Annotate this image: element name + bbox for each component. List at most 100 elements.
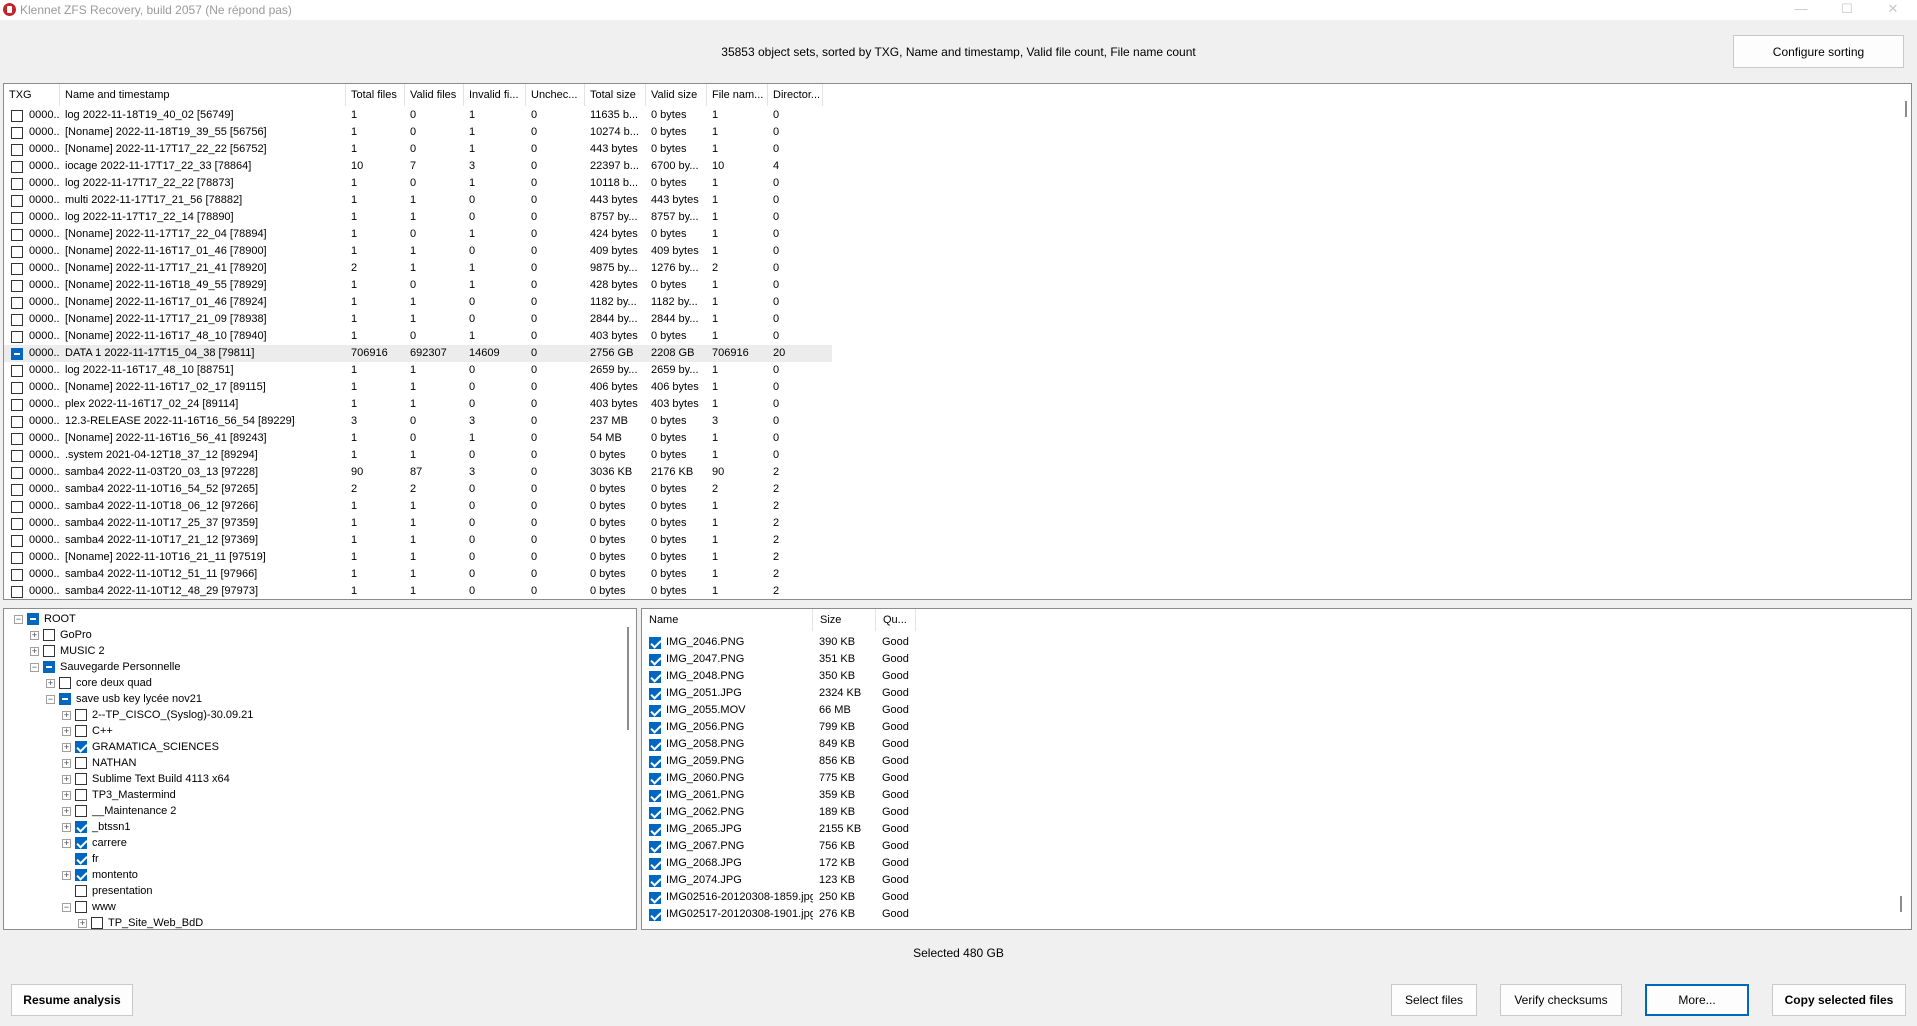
table-row[interactable]: 0000... [Noname] 2022-11-16T17_02_17 [891… [4,379,832,396]
object-set-scrollbar[interactable] [1905,101,1907,117]
file-row[interactable]: IMG_2058.PNG 849 KB Good [642,736,916,753]
table-row[interactable]: 0000... [Noname] 2022-11-17T17_21_41 [789… [4,260,832,277]
expand-toggle-icon[interactable]: + [46,678,55,688]
column-header[interactable]: Name and timestamp [60,84,346,106]
expand-toggle-icon[interactable]: + [62,742,71,752]
table-row[interactable]: 0000... samba4 2022-11-10T12_51_11 [97966… [4,566,832,583]
tree-node[interactable]: − ROOT [14,611,76,627]
file-row[interactable]: IMG_2074.JPG 123 KB Good [642,872,916,889]
tree-node-checkbox[interactable] [75,869,87,881]
row-checkbox[interactable] [11,415,23,428]
expand-toggle-icon[interactable]: + [62,790,71,800]
file-list-scrollbar[interactable] [1900,896,1902,912]
file-row[interactable]: IMG_2059.PNG 856 KB Good [642,753,916,770]
tree-node-checkbox[interactable] [75,725,87,737]
table-row[interactable]: 0000... [Noname] 2022-11-10T16_21_11 [975… [4,549,832,566]
file-row[interactable]: IMG_2046.PNG 390 KB Good [642,634,916,651]
table-row[interactable]: 0000... log 2022-11-17T17_22_14 [78890] 1 1… [4,209,832,226]
table-row[interactable]: 0000... multi 2022-11-17T17_21_56 [78882]… [4,192,832,209]
tree-node[interactable]: + montento [62,867,138,883]
expand-toggle-icon[interactable]: + [62,774,71,784]
row-checkbox[interactable] [11,126,23,139]
file-checkbox[interactable] [649,755,661,768]
table-row[interactable]: 0000... samba4 2022-11-10T17_21_12 [97369… [4,532,832,549]
collapse-toggle-icon[interactable]: − [62,902,71,912]
expand-toggle-icon[interactable]: + [62,838,71,848]
column-header[interactable]: Unchec... [526,84,585,106]
table-row[interactable]: 0000... 12.3-RELEASE 2022-11-16T16_56_54 … [4,413,832,430]
tree-node[interactable]: + GRAMATICA_SCIENCES [62,739,219,755]
tree-node[interactable]: + carrere [62,835,127,851]
row-checkbox[interactable] [11,500,23,513]
row-checkbox[interactable] [11,211,23,224]
copy-selected-files-button[interactable]: Copy selected files [1772,984,1906,1016]
table-row[interactable]: 0000... [Noname] 2022-11-16T17_48_10 [789… [4,328,832,345]
row-checkbox[interactable] [11,432,23,445]
file-checkbox[interactable] [649,636,661,649]
expand-toggle-icon[interactable]: + [62,710,71,720]
row-checkbox[interactable] [11,551,23,564]
file-checkbox[interactable] [649,653,661,666]
column-header[interactable]: File nam... [707,84,768,106]
tree-node[interactable]: + Sublime Text Build 4113 x64 [62,771,230,787]
tree-node-checkbox[interactable] [75,853,87,865]
file-row[interactable]: IMG_2051.JPG 2324 KB Good [642,685,916,702]
file-row[interactable]: IMG02516-20120308-1859.jpg 250 KB Good [642,889,916,906]
tree-node[interactable]: − save usb key lycée nov21 [46,691,202,707]
row-checkbox[interactable] [11,381,23,394]
tree-node-checkbox[interactable] [75,789,87,801]
column-header[interactable]: TXG [4,84,60,106]
tree-node-checkbox[interactable] [75,709,87,721]
table-row[interactable]: 0000... samba4 2022-11-10T18_06_12 [97266… [4,498,832,515]
expand-toggle-icon[interactable]: + [62,726,71,736]
select-files-button[interactable]: Select files [1391,984,1477,1016]
tree-node-checkbox[interactable] [75,757,87,769]
folder-tree-scrollbar[interactable] [627,627,629,730]
tree-node[interactable]: + NATHAN [62,755,136,771]
table-row[interactable]: 0000... [Noname] 2022-11-16T17_01_46 [789… [4,294,832,311]
row-checkbox[interactable] [11,347,23,360]
table-row[interactable]: 0000... plex 2022-11-16T17_02_24 [89114] 1… [4,396,832,413]
file-checkbox[interactable] [649,721,661,734]
file-checkbox[interactable] [649,874,661,887]
file-row[interactable]: IMG_2055.MOV 66 MB Good [642,702,916,719]
file-row[interactable]: IMG_2060.PNG 775 KB Good [642,770,916,787]
tree-node-checkbox[interactable] [59,677,71,689]
file-checkbox[interactable] [649,670,661,683]
table-row[interactable]: 0000... [Noname] 2022-11-16T17_01_46 [789… [4,243,832,260]
file-row[interactable]: IMG02517-20120308-1901.jpg 276 KB Good [642,906,916,923]
tree-node[interactable]: − Sauvegarde Personnelle [30,659,180,675]
row-checkbox[interactable] [11,483,23,496]
expand-toggle-icon[interactable]: + [30,646,39,656]
table-row[interactable]: 0000... samba4 2022-11-10T16_54_52 [97265… [4,481,832,498]
file-checkbox[interactable] [649,891,661,904]
row-checkbox[interactable] [11,330,23,343]
tree-node-checkbox[interactable] [75,773,87,785]
tree-node-checkbox[interactable] [43,629,55,641]
tree-node-checkbox[interactable] [75,741,87,753]
row-checkbox[interactable] [11,279,23,292]
verify-checksums-button[interactable]: Verify checksums [1500,984,1622,1016]
tree-node[interactable]: + core deux quad [46,675,152,691]
expand-toggle-icon[interactable]: + [62,806,71,816]
tree-node-checkbox[interactable] [27,613,39,625]
file-column-header[interactable]: Name [642,609,813,631]
row-checkbox[interactable] [11,245,23,258]
tree-node-checkbox[interactable] [75,901,87,913]
tree-node-checkbox[interactable] [75,885,87,897]
table-row[interactable]: 0000... [Noname] 2022-11-17T17_21_09 [789… [4,311,832,328]
column-header[interactable]: Total files [346,84,405,106]
tree-node[interactable]: presentation [62,883,153,899]
expand-toggle-icon[interactable]: + [62,822,71,832]
row-checkbox[interactable] [11,228,23,241]
row-checkbox[interactable] [11,585,23,598]
tree-node-checkbox[interactable] [75,837,87,849]
expand-toggle-icon[interactable]: + [78,918,87,928]
table-row[interactable]: 0000... .system 2021-04-12T18_37_12 [8929… [4,447,832,464]
column-header[interactable]: Invalid fi... [464,84,526,106]
row-checkbox[interactable] [11,517,23,530]
table-row[interactable]: 0000... [Noname] 2022-11-17T17_22_04 [788… [4,226,832,243]
file-row[interactable]: IMG_2048.PNG 350 KB Good [642,668,916,685]
expand-toggle-icon[interactable]: + [62,758,71,768]
table-row[interactable]: 0000... [Noname] 2022-11-18T19_39_55 [567… [4,124,832,141]
